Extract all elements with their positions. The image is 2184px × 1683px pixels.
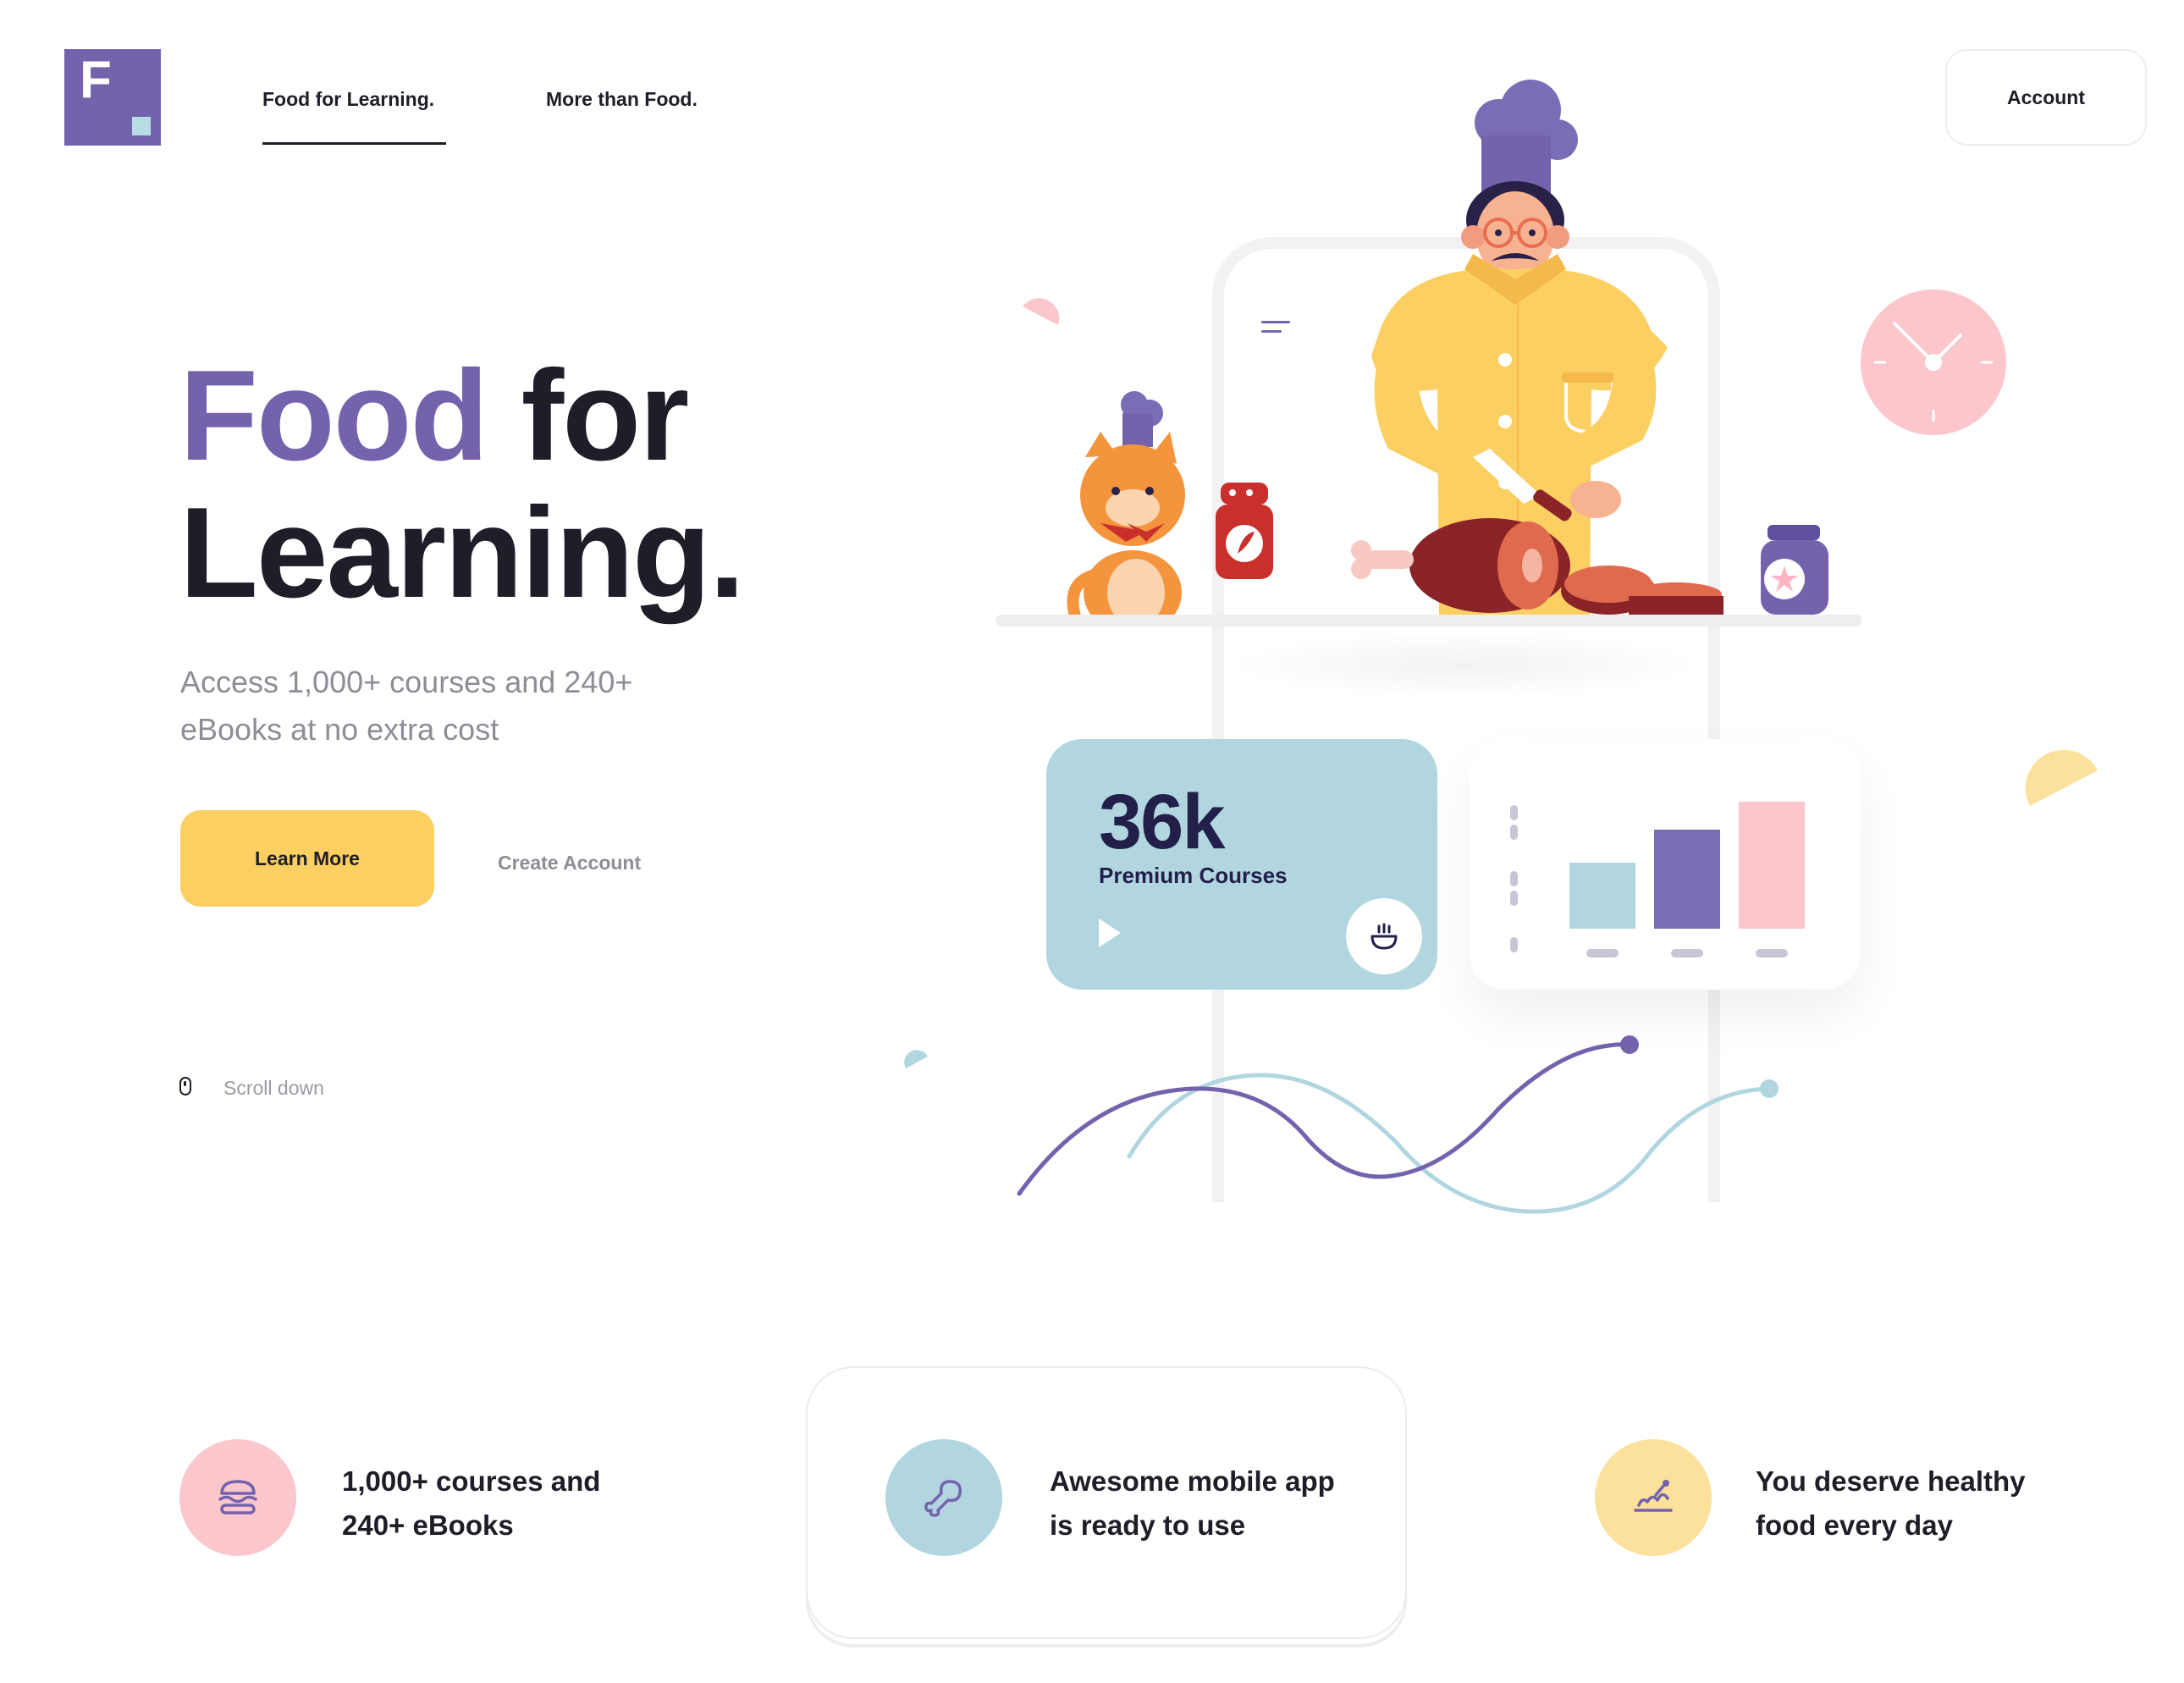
hero-title-learning: Learning. <box>179 481 745 625</box>
feature-text-mobile-app: Awesome mobile app is ready to use <box>1050 1465 1335 1541</box>
mini-chart-bar-label <box>1756 949 1788 957</box>
hero-title-accent: Food <box>179 344 488 488</box>
clock-icon <box>1861 290 2006 435</box>
nav-active-underline <box>262 142 446 145</box>
stat-label: Premium Courses <box>1099 863 1288 888</box>
learn-more-button[interactable]: Learn More <box>180 810 434 907</box>
drumstick-icon <box>924 1480 962 1517</box>
nav-more-than-food[interactable]: More than Food. <box>546 88 698 111</box>
chart-tick <box>1510 871 1532 910</box>
mini-chart-bar <box>1739 802 1805 929</box>
drumstick-icon-badge <box>885 1439 1002 1556</box>
create-account-link[interactable]: Create Account <box>498 852 641 875</box>
spice-jar-illustration <box>1761 525 1828 615</box>
feature-text-healthy-food: You deserve healthy food every day <box>1756 1465 2026 1541</box>
chart-tick <box>1510 937 1532 957</box>
mini-chart-bar-label <box>1671 949 1703 957</box>
mini-bar-chart-card <box>1470 739 1861 990</box>
bowl-icon <box>1371 923 1398 950</box>
stat-value: 36k <box>1099 779 1225 865</box>
hero-subtitle: Access 1,000+ courses and 240+ eBooks at… <box>180 665 633 747</box>
premium-courses-card[interactable]: 36k Premium Courses <box>1046 739 1437 990</box>
logo[interactable]: F <box>64 49 161 146</box>
shelf-shadow <box>1227 631 1701 698</box>
yellow-halfcircle-decoration <box>2025 749 2098 806</box>
chef-illustration <box>1351 80 1723 618</box>
shelf <box>995 615 1862 626</box>
bowl-button[interactable] <box>1346 898 1422 974</box>
mini-chart-bar <box>1569 863 1635 929</box>
chart-tick <box>1510 805 1532 844</box>
feature-text-courses: 1,000+ courses and 240+ eBooks <box>342 1465 601 1541</box>
blue-halfcircle-decoration <box>904 1050 928 1068</box>
logo-dot <box>132 117 151 135</box>
hero-title: Food for Learning. <box>179 344 745 621</box>
healthy-food-icon <box>1634 1480 1673 1512</box>
nav-food-for-learning[interactable]: Food for Learning. <box>262 88 434 111</box>
mouse-icon <box>179 1077 191 1095</box>
healthy-food-icon-badge <box>1595 1439 1712 1556</box>
scroll-down-link[interactable]: Scroll down <box>223 1077 324 1100</box>
mini-chart-bar-label <box>1586 949 1619 957</box>
account-button[interactable]: Account <box>1945 49 2147 146</box>
burger-icon <box>218 1480 257 1515</box>
cat-chef-illustration <box>1067 391 1273 618</box>
pink-halfcircle-decoration <box>1023 298 1060 325</box>
hero-title-for: for <box>487 344 690 488</box>
burger-icon-badge <box>179 1439 296 1556</box>
play-icon[interactable] <box>1099 919 1121 947</box>
mini-chart-bar <box>1654 830 1720 929</box>
wave-lines-decoration <box>1017 1035 1779 1214</box>
logo-letter: F <box>80 51 112 109</box>
